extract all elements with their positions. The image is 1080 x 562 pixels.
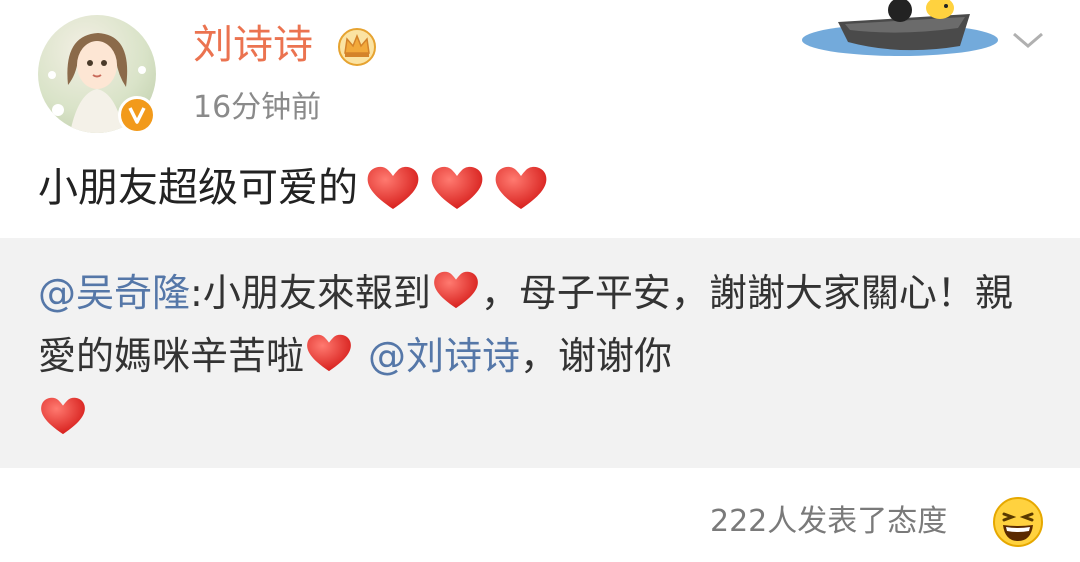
repost-text-part: :小朋友來報到 bbox=[190, 271, 431, 315]
heart-icon bbox=[431, 166, 483, 209]
post-text: 小朋友超级可爱的 bbox=[38, 160, 550, 216]
mention-link[interactable]: @刘诗诗 bbox=[368, 334, 520, 378]
username[interactable]: 刘诗诗 bbox=[193, 20, 313, 70]
reaction-count[interactable]: 222人发表了态度 bbox=[710, 500, 947, 544]
post-text-content: 小朋友超级可爱的 bbox=[38, 165, 358, 211]
post-time: 16分钟前 bbox=[193, 90, 322, 125]
heart-icon bbox=[495, 166, 547, 209]
laughing-face-icon[interactable] bbox=[992, 496, 1044, 548]
mention-link[interactable]: @吴奇隆 bbox=[38, 271, 190, 315]
vip-crown-icon[interactable] bbox=[336, 26, 378, 66]
chevron-down-icon[interactable] bbox=[1010, 28, 1046, 52]
heart-icon bbox=[41, 397, 85, 435]
boat-decoration-icon bbox=[800, 0, 1005, 62]
heart-icon bbox=[433, 271, 478, 309]
repost-text-part: ，谢谢你 bbox=[520, 334, 673, 378]
heart-icon bbox=[307, 334, 351, 372]
repost-text: @吴奇隆:小朋友來報到 ，母子平安，謝謝大家關心！親愛的媽咪辛苦啦 @刘诗诗，谢… bbox=[38, 262, 1048, 451]
heart-icon bbox=[367, 166, 419, 209]
verified-v-icon bbox=[118, 96, 156, 134]
repost-box[interactable]: @吴奇隆:小朋友來報到 ，母子平安，謝謝大家關心！親愛的媽咪辛苦啦 @刘诗诗，谢… bbox=[0, 238, 1080, 468]
